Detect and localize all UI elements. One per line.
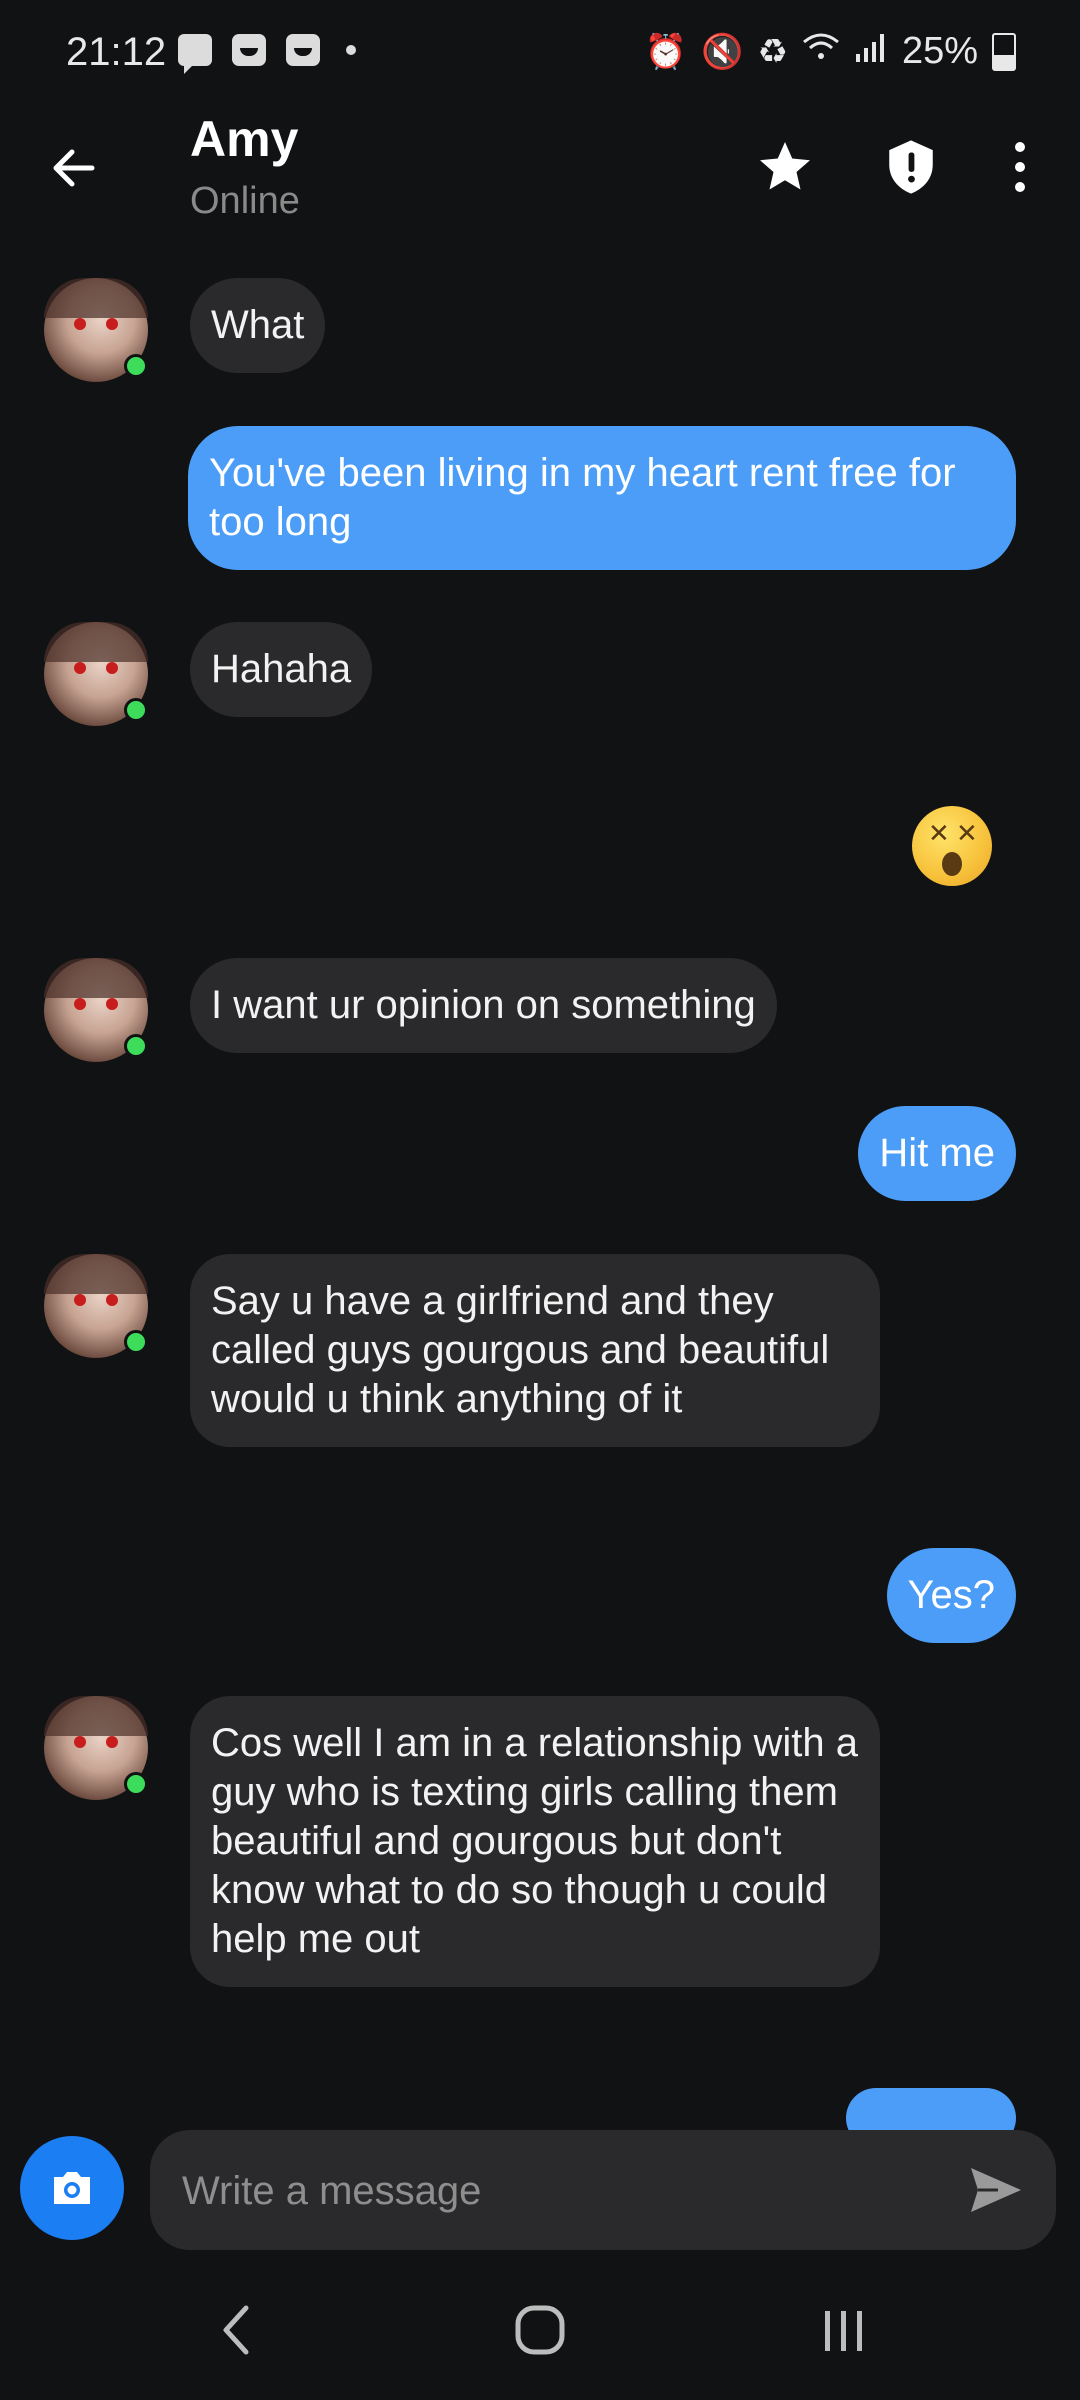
chat-header: Amy Online [0,110,1080,260]
alarm-icon: ⏰ [644,32,688,71]
nav-back-button[interactable] [196,2300,276,2360]
battery-saver-icon: ♻ [757,32,788,71]
arrow-left-icon [53,149,95,187]
status-bar: 21:12 ⏰ 🔇 ♻ 25% [0,0,1080,110]
message-bubble-incoming[interactable]: Cos well I am in a relationship with a g… [190,1696,880,1987]
safety-button[interactable] [876,132,946,202]
send-icon [971,2168,1021,2212]
nav-recents-button[interactable] [804,2300,884,2360]
online-indicator [124,1772,148,1796]
shield-icon [889,140,933,194]
avatar[interactable] [44,958,148,1062]
online-indicator [124,1330,148,1354]
battery-icon [992,32,1016,71]
camera-button[interactable] [20,2136,124,2240]
star-icon [760,142,810,190]
avatar[interactable] [44,622,148,726]
message-bubble-outgoing[interactable]: Yes? [886,1548,1016,1643]
online-indicator [124,354,148,378]
message-bubble-incoming[interactable]: I want ur opinion on something [190,958,777,1053]
contact-status: Online [190,180,300,222]
battery-percent: 25% [901,30,978,72]
send-button[interactable] [966,2160,1026,2220]
message-bubble-incoming[interactable]: Hahaha [190,622,373,717]
home-icon [515,2305,565,2355]
dot-icon [346,45,356,55]
notification-icons [178,34,356,74]
avatar[interactable] [44,1696,148,1800]
message-bubble-incoming[interactable]: Say u have a girlfriend and they called … [190,1254,880,1447]
message-notification-icon [178,34,212,74]
message-input[interactable] [180,2130,944,2252]
message-bubble-incoming[interactable]: What [190,278,326,373]
message-composer [0,2130,1080,2260]
mute-icon: 🔇 [701,32,744,71]
recents-icon [825,2311,862,2351]
message-bubble-outgoing[interactable]: You've been living in my heart rent free… [188,426,1016,570]
more-vertical-icon [1015,142,1025,192]
system-status-icons: ⏰ 🔇 ♻ 25% [645,30,1016,73]
message-input-container [150,2130,1056,2252]
wifi-icon [802,32,840,71]
avatar[interactable] [44,1254,148,1358]
app-notification-icon [232,34,266,66]
online-indicator [124,1034,148,1058]
chevron-left-icon [223,2305,249,2355]
status-time: 21:12 [66,30,167,74]
nav-home-button[interactable] [500,2300,580,2360]
message-bubble-outgoing[interactable]: Hit me [858,1106,1016,1201]
favorite-button[interactable] [750,132,820,202]
online-indicator [124,698,148,722]
signal-icon [854,32,888,71]
contact-name[interactable]: Amy [190,110,298,168]
more-options-button[interactable] [990,132,1050,202]
back-button[interactable] [44,138,104,198]
avatar[interactable] [44,278,148,382]
camera-icon [54,2172,90,2204]
dizzy-face-emoji[interactable]: ✕ ✕ [912,806,992,886]
app-notification-icon [286,34,320,66]
system-navigation-bar [0,2260,1080,2400]
